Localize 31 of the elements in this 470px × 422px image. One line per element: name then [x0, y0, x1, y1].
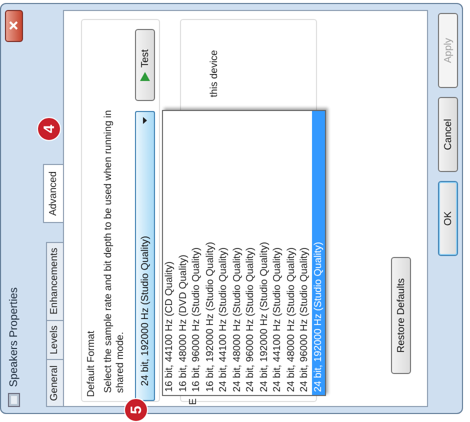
dialog-button[interactable]: OK	[438, 181, 458, 256]
dropdown-option[interactable]: 16 bit, 48000 Hz (DVD Quality)	[176, 111, 190, 395]
dropdown-option[interactable]: 24 bit, 48000 Hz (Studio Quality)	[284, 111, 298, 395]
play-icon	[140, 72, 150, 81]
dropdown-arrow-icon	[143, 117, 147, 124]
callout-badge: 5	[124, 398, 148, 422]
tab[interactable]: Levels	[46, 320, 63, 360]
tab[interactable]: Advanced	[43, 164, 63, 223]
dropdown-option[interactable]: 24 bit, 48000 Hz (Studio Quality)	[230, 111, 244, 395]
test-button[interactable]: Test	[135, 29, 155, 101]
dropdown-option[interactable]: 24 bit, 192000 Hz (Studio Quality)	[258, 111, 271, 395]
description-text: Select the sample rate and bit depth to be used when running in shared mode.	[103, 109, 127, 393]
close-icon	[9, 22, 18, 30]
restore-defaults-button[interactable]: Restore Defaults	[391, 257, 411, 374]
dropdown-option[interactable]: 16 bit, 44100 Hz (CD Quality)	[163, 111, 176, 395]
window-title: Speakers Properties	[8, 287, 20, 387]
covered-text: E	[188, 398, 199, 405]
speaker-window-icon	[8, 393, 20, 407]
tab[interactable]: Enhancements	[46, 242, 63, 321]
dialog-button[interactable]: Cancel	[438, 97, 458, 172]
group-heading: Default Format	[86, 330, 97, 397]
dropdown-option[interactable]: 16 bit, 192000 Hz (Studio Quality)	[204, 111, 217, 395]
close-button[interactable]	[4, 10, 22, 42]
covered-text: this device	[209, 50, 220, 98]
dropdown-option[interactable]: 16 bit, 96000 Hz (Studio Quality)	[190, 111, 204, 395]
dropdown-option[interactable]: 24 bit, 44100 Hz (Studio Quality)	[217, 111, 230, 395]
tab[interactable]: General	[46, 359, 63, 407]
dropdown-option[interactable]: 24 bit, 96000 Hz (Studio Quality)	[298, 111, 312, 395]
dropdown-option[interactable]: 24 bit, 44100 Hz (Studio Quality)	[271, 111, 284, 395]
format-dropdown[interactable]: 24 bit, 192000 Hz (Studio Quality)	[135, 111, 155, 401]
dropdown-option[interactable]: 24 bit, 96000 Hz (Studio Quality)	[244, 111, 258, 395]
